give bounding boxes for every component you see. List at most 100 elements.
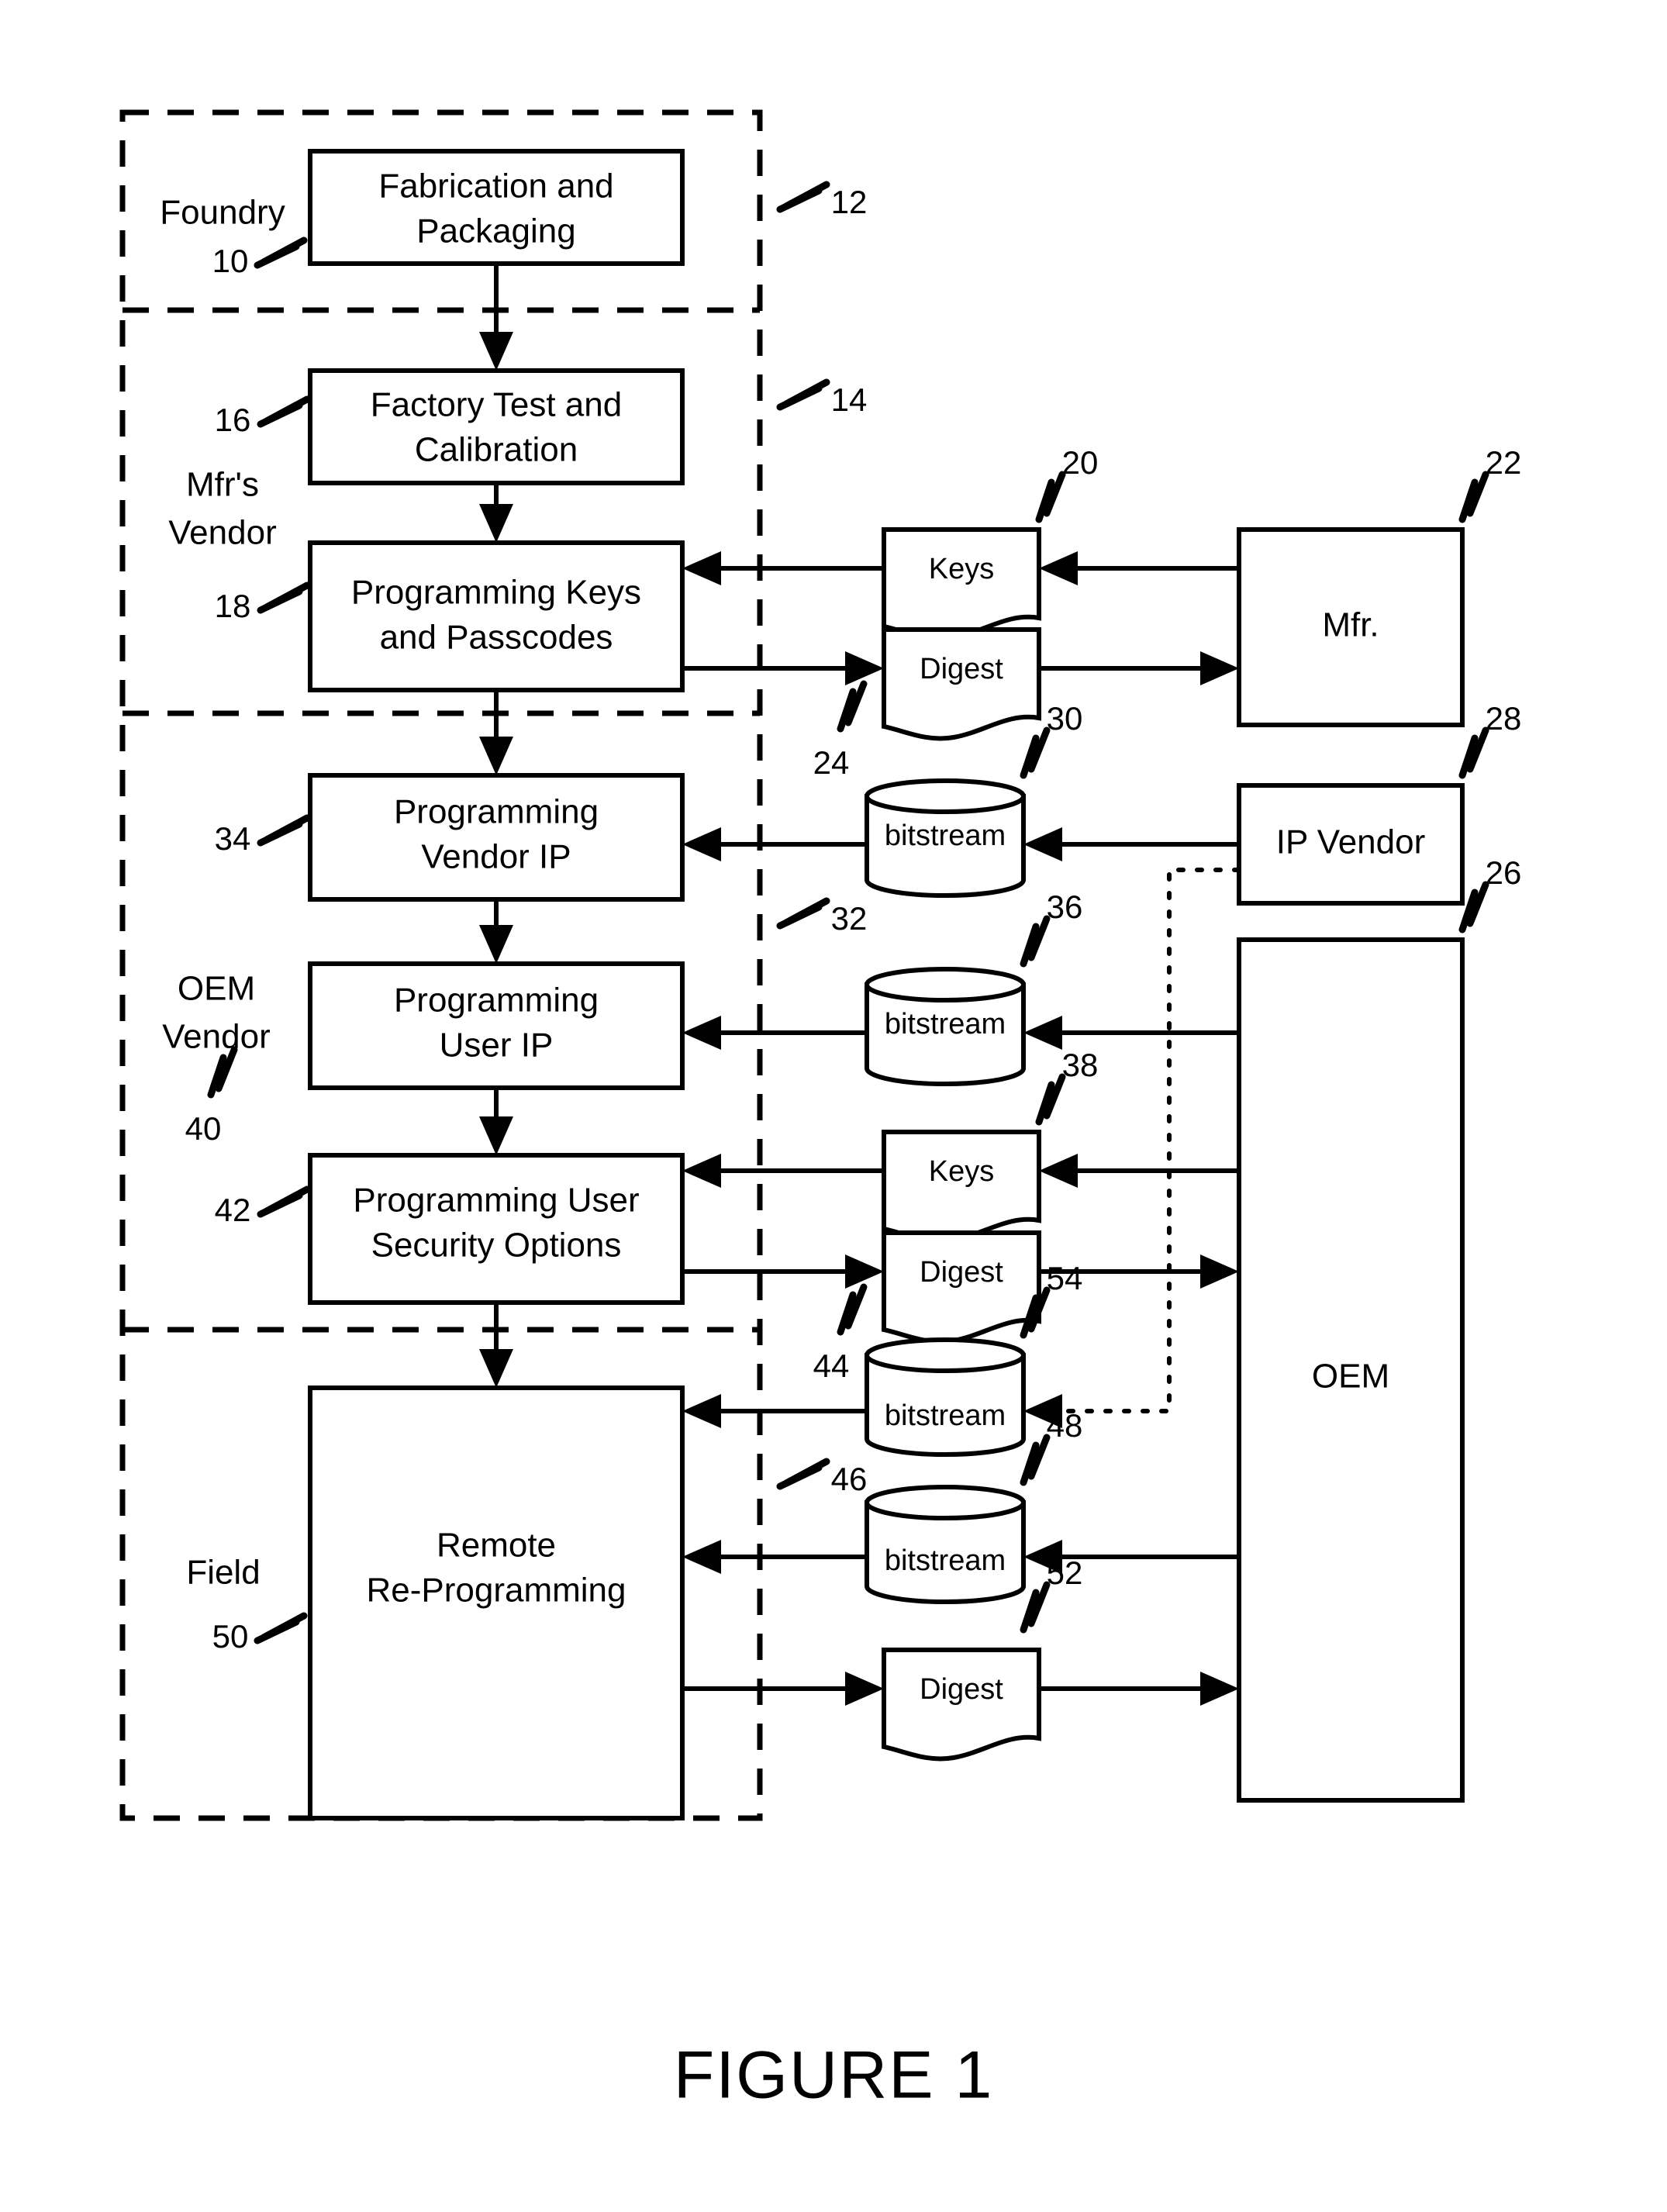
artifact-digest-mfr-label: Digest bbox=[920, 653, 1003, 685]
ref-num-28: 28 bbox=[1486, 700, 1522, 737]
connector-bitstream36-to-userip bbox=[682, 1016, 867, 1050]
ref-num-26: 26 bbox=[1486, 854, 1522, 891]
ref-leader-26: 26 bbox=[1458, 854, 1522, 933]
process-box-programming-user-ip-line2: User IP bbox=[440, 1027, 554, 1065]
zone-label-mfrs-vendor-line1: Mfr's bbox=[186, 466, 259, 504]
artifact-bitstream-field-54[interactable]: bitstream bbox=[865, 1337, 1026, 1457]
ref-leader-50: 50 bbox=[212, 1612, 308, 1655]
ref-num-20: 20 bbox=[1062, 444, 1099, 481]
artifact-bitstream-field-48[interactable]: bitstream bbox=[865, 1485, 1026, 1604]
artifact-bitstream-user-ip[interactable]: bitstream bbox=[865, 967, 1026, 1086]
ref-leader-40: 40 bbox=[185, 1046, 238, 1147]
ref-leader-12: 12 bbox=[776, 181, 868, 220]
ref-leader-42: 42 bbox=[215, 1185, 311, 1228]
artifact-bitstream-vendor-ip-label: bitstream bbox=[885, 820, 1006, 852]
connector-security-to-digest44 bbox=[682, 1254, 884, 1289]
ref-leader-22: 22 bbox=[1458, 444, 1521, 523]
entity-box-mfr-label: Mfr. bbox=[1322, 606, 1379, 644]
process-box-programming-user-ip-line1: Programming bbox=[394, 982, 599, 1020]
artifact-bitstream-field-48-label: bitstream bbox=[885, 1544, 1006, 1577]
artifact-digest-oem-label: Digest bbox=[920, 1256, 1003, 1289]
ref-num-40: 40 bbox=[185, 1110, 222, 1147]
flow-arrow-security-to-remote bbox=[479, 1303, 513, 1388]
artifact-bitstream-vendor-ip[interactable]: bitstream bbox=[865, 778, 1026, 898]
process-box-remote-reprogramming-line2: Re-Programming bbox=[367, 1572, 626, 1610]
ref-num-14: 14 bbox=[831, 381, 868, 418]
ref-num-32: 32 bbox=[831, 900, 868, 937]
entity-box-ip-vendor-label: IP Vendor bbox=[1276, 823, 1425, 861]
ref-num-24: 24 bbox=[813, 744, 850, 781]
process-box-factory-test-line1: Factory Test and bbox=[371, 386, 622, 424]
ref-leader-34: 34 bbox=[215, 814, 311, 857]
ref-num-50: 50 bbox=[212, 1618, 249, 1655]
flow-arrow-factory-to-keys bbox=[479, 483, 513, 543]
figure-canvas: Foundry Mfr's Vendor OEM Vendor Field Fa… bbox=[119, 109, 1522, 2113]
ref-leader-28: 28 bbox=[1458, 700, 1522, 779]
artifact-keys-oem[interactable]: Keys bbox=[882, 1130, 1041, 1244]
connector-bitstream48-to-remote bbox=[682, 1540, 867, 1574]
process-box-programming-security-line1: Programming User bbox=[353, 1182, 639, 1220]
ref-num-34: 34 bbox=[215, 820, 251, 857]
entity-box-oem-label: OEM bbox=[1312, 1358, 1389, 1396]
ref-num-38: 38 bbox=[1062, 1047, 1099, 1083]
ref-num-42: 42 bbox=[215, 1192, 251, 1228]
connector-oem-to-bitstream36 bbox=[1023, 1016, 1239, 1050]
flow-arrow-userip-to-security bbox=[479, 1088, 513, 1155]
ref-leader-44: 44 bbox=[813, 1283, 868, 1384]
ref-leader-14: 14 bbox=[776, 378, 868, 418]
zone-label-foundry: Foundry bbox=[160, 194, 285, 232]
artifact-keys-mfr[interactable]: Keys bbox=[882, 527, 1041, 641]
artifact-bitstream-user-ip-label: bitstream bbox=[885, 1008, 1006, 1040]
ref-leader-24: 24 bbox=[813, 680, 868, 781]
ref-leader-52: 52 bbox=[1020, 1555, 1083, 1634]
artifact-digest-field-label: Digest bbox=[920, 1673, 1003, 1706]
ref-num-54: 54 bbox=[1047, 1260, 1083, 1296]
process-box-programming-security-line2: Security Options bbox=[371, 1227, 622, 1265]
artifact-digest-oem[interactable]: Digest bbox=[882, 1230, 1041, 1344]
process-box-programming-keys-line1: Programming Keys bbox=[351, 574, 641, 612]
ref-num-46: 46 bbox=[831, 1461, 868, 1497]
flow-arrow-fab-to-factory bbox=[479, 264, 513, 371]
process-box-fabrication-line1: Fabrication and bbox=[378, 167, 613, 205]
connector-programming-keys-to-digest bbox=[682, 651, 884, 685]
connector-bitstream54-to-remote bbox=[682, 1394, 867, 1428]
zone-label-mfrs-vendor-line2: Vendor bbox=[168, 514, 276, 552]
ref-leader-10: 10 bbox=[212, 236, 308, 279]
ref-num-12: 12 bbox=[831, 184, 868, 220]
connector-digest52-to-oem bbox=[1039, 1672, 1239, 1706]
ref-num-52: 52 bbox=[1047, 1555, 1083, 1591]
connector-digest-to-mfr bbox=[1039, 651, 1239, 685]
ref-leader-46: 46 bbox=[776, 1458, 868, 1497]
process-box-programming-keys-line2: and Passcodes bbox=[380, 619, 613, 657]
connector-keys38-to-security bbox=[682, 1154, 884, 1188]
zone-label-oem-vendor-line1: OEM bbox=[178, 970, 255, 1008]
connector-bitstream30-to-vendorip bbox=[682, 827, 867, 861]
ref-leader-38: 38 bbox=[1035, 1047, 1099, 1126]
ref-leader-16: 16 bbox=[215, 395, 311, 438]
patent-figure: Foundry Mfr's Vendor OEM Vendor Field Fa… bbox=[0, 0, 1667, 2212]
ref-num-10: 10 bbox=[212, 243, 249, 279]
ref-leader-32: 32 bbox=[776, 897, 868, 937]
zone-label-oem-vendor-line2: Vendor bbox=[162, 1018, 270, 1056]
artifact-digest-field[interactable]: Digest bbox=[882, 1648, 1041, 1762]
process-box-programming-keys[interactable] bbox=[308, 540, 685, 692]
ref-leader-48: 48 bbox=[1020, 1407, 1083, 1486]
ref-num-48: 48 bbox=[1047, 1407, 1083, 1444]
flow-arrow-keys-to-vendorip bbox=[479, 690, 513, 775]
ref-num-36: 36 bbox=[1047, 889, 1083, 925]
ref-leader-36: 36 bbox=[1020, 889, 1083, 968]
ref-leader-18: 18 bbox=[215, 581, 311, 624]
process-box-remote-reprogramming-line1: Remote bbox=[437, 1527, 556, 1565]
connector-oem-to-keys38 bbox=[1039, 1154, 1239, 1188]
process-box-factory-test-line2: Calibration bbox=[415, 431, 578, 469]
ref-num-30: 30 bbox=[1047, 700, 1083, 737]
ref-num-44: 44 bbox=[813, 1348, 850, 1384]
connector-remote-to-digest52 bbox=[682, 1672, 884, 1706]
ref-num-18: 18 bbox=[215, 588, 251, 624]
process-box-fabrication-line2: Packaging bbox=[416, 212, 575, 250]
artifact-digest-mfr[interactable]: Digest bbox=[882, 627, 1041, 741]
artifact-bitstream-field-54-label: bitstream bbox=[885, 1399, 1006, 1432]
ref-leader-20: 20 bbox=[1035, 444, 1099, 523]
process-box-programming-vendor-ip-line2: Vendor IP bbox=[421, 838, 571, 876]
figure-caption: FIGURE 1 bbox=[674, 2038, 994, 2113]
